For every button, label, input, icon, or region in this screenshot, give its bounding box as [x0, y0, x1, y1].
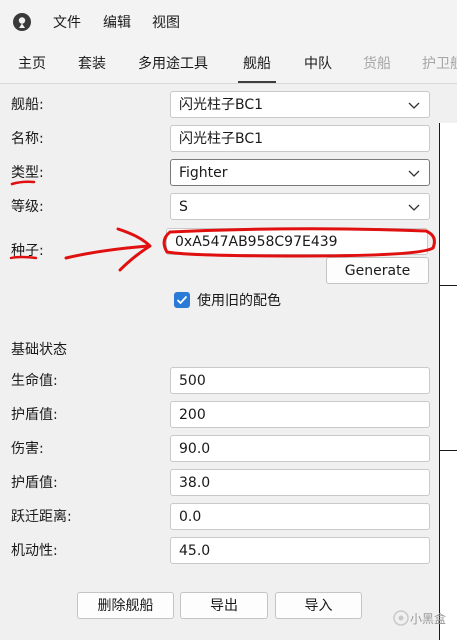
tab-home[interactable]: 主页 — [18, 55, 46, 73]
watermark-text: 小黑盒 — [410, 612, 447, 626]
stat-label-hyperdrive: 跃迁距离: — [11, 509, 72, 525]
seed-field[interactable]: 0xA547AB958C97E439 — [166, 228, 428, 255]
stat-field-shield-2[interactable]: 38.0 — [170, 469, 430, 496]
tab-freighter[interactable]: 货船 — [363, 55, 391, 73]
stat-value-hyperdrive: 0.0 — [179, 509, 202, 525]
class-select[interactable]: S — [170, 193, 430, 220]
name-field[interactable]: 闪光柱子BC1 — [170, 125, 430, 152]
stat-value-shield-2: 38.0 — [179, 475, 211, 491]
tab-outfits[interactable]: 套装 — [78, 55, 106, 73]
seed-label: 种子: — [11, 243, 44, 259]
menu-bar: 文件 编辑 视图 — [0, 0, 457, 44]
old-colors-checkbox[interactable] — [174, 292, 190, 308]
chevron-down-icon — [408, 204, 420, 211]
stat-field-hyperdrive[interactable]: 0.0 — [170, 503, 430, 530]
tab-squadron[interactable]: 中队 — [304, 55, 332, 73]
old-colors-label: 使用旧的配色 — [197, 293, 281, 309]
checkmark-icon — [176, 295, 188, 305]
chevron-down-icon — [408, 102, 420, 109]
type-select[interactable]: Fighter — [170, 159, 430, 186]
type-select-value: Fighter — [179, 165, 228, 181]
generate-button[interactable]: Generate — [326, 257, 429, 284]
ship-select[interactable]: 闪光柱子BC1 — [170, 91, 430, 118]
side-panel-divider — [439, 450, 457, 451]
menu-view[interactable]: 视图 — [152, 14, 180, 32]
stat-value-shield: 200 — [179, 407, 206, 423]
stat-label-damage: 伤害: — [11, 441, 44, 457]
class-select-value: S — [179, 199, 188, 215]
tab-ships[interactable]: 舰船 — [243, 55, 271, 73]
stat-value-health: 500 — [179, 373, 206, 389]
stat-label-maneuverability: 机动性: — [11, 543, 58, 559]
ship-label: 舰船: — [11, 97, 44, 113]
menu-file[interactable]: 文件 — [53, 14, 81, 32]
app-logo-icon — [13, 13, 31, 31]
tab-bar: 主页 套装 多用途工具 舰船 中队 货船 护卫舰 — [0, 44, 457, 84]
menu-edit[interactable]: 编辑 — [103, 14, 131, 32]
export-button[interactable]: 导出 — [180, 592, 268, 619]
seed-field-value: 0xA547AB958C97E439 — [175, 234, 338, 250]
ship-select-value: 闪光柱子BC1 — [179, 97, 264, 113]
stat-field-shield[interactable]: 200 — [170, 401, 430, 428]
side-panel-divider — [439, 285, 457, 286]
stat-field-damage[interactable]: 90.0 — [170, 435, 430, 462]
chevron-down-icon — [408, 170, 420, 177]
tab-multitools[interactable]: 多用途工具 — [138, 55, 208, 73]
stat-label-health: 生命值: — [11, 373, 58, 389]
delete-ship-button[interactable]: 删除舰船 — [77, 592, 174, 619]
tab-frigates[interactable]: 护卫舰 — [422, 55, 457, 73]
active-tab-indicator — [238, 81, 276, 83]
type-label: 类型: — [11, 165, 44, 181]
name-label: 名称: — [11, 131, 44, 147]
name-field-value: 闪光柱子BC1 — [179, 131, 264, 147]
base-stats-heading: 基础状态 — [11, 342, 67, 358]
side-panel — [439, 123, 457, 640]
stat-field-maneuverability[interactable]: 45.0 — [170, 537, 430, 564]
stat-value-maneuverability: 45.0 — [179, 543, 211, 559]
stat-value-damage: 90.0 — [179, 441, 211, 457]
stat-field-health[interactable]: 500 — [170, 367, 430, 394]
import-button[interactable]: 导入 — [275, 592, 362, 619]
stat-label-shield-2: 护盾值: — [11, 475, 58, 491]
class-label: 等级: — [11, 199, 44, 215]
stat-label-shield: 护盾值: — [11, 407, 58, 423]
